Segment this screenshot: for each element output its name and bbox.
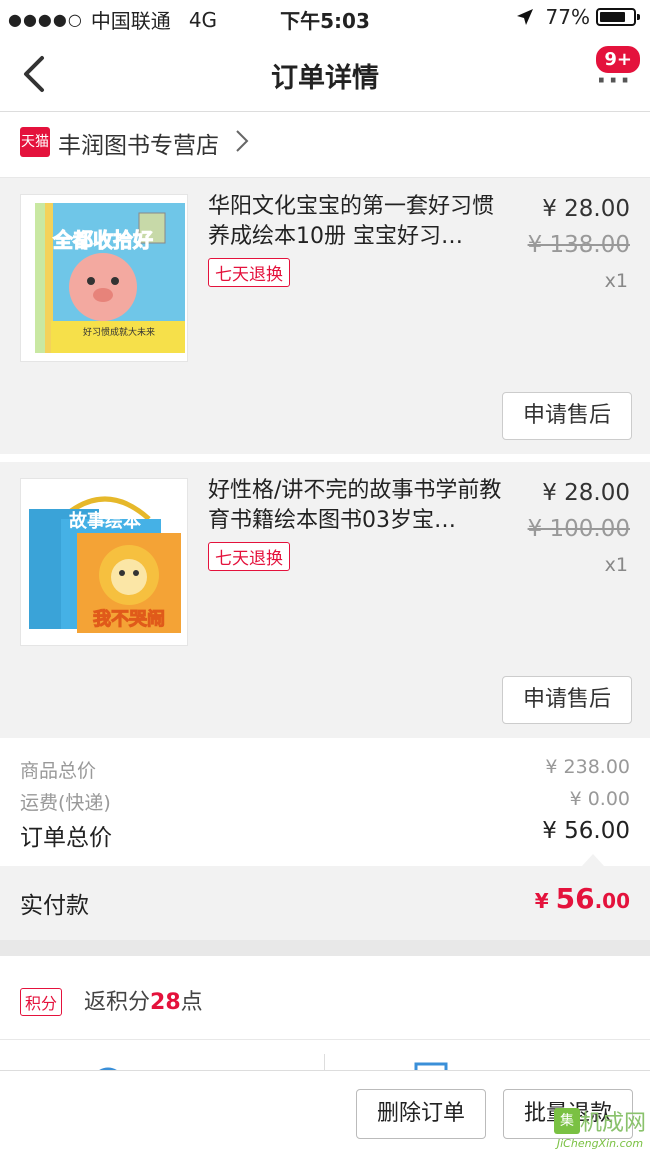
shipping-value: ¥ 0.00 (569, 788, 630, 810)
order-item[interactable]: 故事绘本 我不哭闹 好性格/讲不完的故事书学前教育书籍绘本图书03岁宝… 七天退… (0, 462, 650, 738)
goods-total-label: 商品总价 (20, 760, 97, 782)
contact-row (0, 1040, 650, 1070)
navigation-bar: 订单详情 ··· 9+ (0, 36, 650, 112)
divider (324, 1054, 325, 1070)
watermark-name: 机成网 (579, 1111, 646, 1136)
points-prefix: 返积分 (84, 990, 151, 1015)
watermark-logo: 集 (553, 1108, 580, 1134)
delete-order-button[interactable]: 删除订单 (356, 1089, 486, 1139)
watermark: 集机成网 JiChengXin.com (553, 1105, 646, 1150)
points-text: 返积分28点 (84, 984, 203, 1016)
status-bar: ●●●●○ 中国联通 4G 下午5:03 77% (0, 0, 650, 36)
goods-total-value: ¥ 238.00 (545, 756, 630, 778)
chat-icon[interactable] (88, 1060, 128, 1070)
paid-decimal: .00 (594, 889, 630, 913)
points-suffix: 点 (180, 990, 203, 1015)
tmall-icon: 天猫 (20, 127, 50, 157)
battery-percent: 77% (545, 5, 590, 29)
pointer-caret (582, 854, 604, 866)
shop-name: 丰润图书专营店 (58, 133, 219, 159)
after-sale-button[interactable]: 申请售后 (502, 392, 632, 440)
after-sale-button[interactable]: 申请售后 (502, 676, 632, 724)
divider (0, 454, 650, 462)
product-title[interactable]: 好性格/讲不完的故事书学前教育书籍绘本图书03岁宝… (208, 476, 508, 536)
battery-fill (600, 12, 625, 22)
phone-icon[interactable] (414, 1060, 448, 1070)
cover-title: 全都收拾好 (52, 228, 153, 252)
return-policy-tag: 七天退换 (208, 542, 290, 571)
quantity: x1 (604, 554, 628, 576)
shipping-label: 运费(快递) (20, 792, 111, 814)
product-image[interactable]: 全都收拾好 好习惯成就大未来 (20, 194, 188, 362)
chevron-right-icon (236, 130, 249, 152)
points-tag: 积分 (20, 988, 63, 1016)
points-value: 28 (150, 990, 181, 1015)
order-total-value: ¥ 56.00 (542, 818, 630, 844)
paid-integer: 56 (555, 882, 595, 915)
cover-banner: 好习惯成就大未来 (83, 326, 155, 338)
shop-row[interactable]: 天猫 丰润图书专营店 (0, 112, 650, 178)
cover-subtitle: 我不哭闹 (93, 609, 165, 630)
price-summary: 商品总价 ¥ 238.00 运费(快递) ¥ 0.00 订单总价 ¥ 56.00 (0, 738, 650, 866)
paid-currency: ¥ (534, 889, 556, 913)
message-badge: 9+ (594, 44, 642, 75)
quantity: x1 (604, 270, 628, 292)
product-price: ¥ 28.00 (542, 196, 630, 222)
watermark-url: JiChengXin.com (556, 1137, 644, 1150)
cover-title: 故事绘本 (69, 510, 141, 532)
product-price: ¥ 28.00 (542, 480, 630, 506)
page-title: 订单详情 (271, 63, 379, 94)
section-gap (0, 940, 650, 956)
paid-label: 实付款 (20, 893, 89, 919)
product-title[interactable]: 华阳文化宝宝的第一套好习惯养成绘本10册 宝宝好习… (208, 192, 508, 252)
goods-total-row: 商品总价 ¥ 238.00 (20, 756, 630, 783)
order-total-row: 订单总价 ¥ 56.00 (20, 818, 630, 852)
original-price: ¥ 100.00 (527, 516, 630, 542)
order-total-label: 订单总价 (20, 825, 112, 851)
return-policy-tag: 七天退换 (208, 258, 290, 287)
bottom-action-bar: 删除订单 批量退款 集机成网 JiChengXin.com (0, 1070, 650, 1156)
battery-icon (596, 8, 640, 26)
original-price: ¥ 138.00 (527, 232, 630, 258)
shipping-row: 运费(快递) ¥ 0.00 (20, 788, 630, 815)
product-image[interactable]: 故事绘本 我不哭闹 (20, 478, 188, 646)
paid-amount: ¥ 56.00 (535, 882, 630, 915)
paid-amount-row: 实付款 ¥ 56.00 (0, 866, 650, 940)
points-row: 积分 返积分28点 (0, 956, 650, 1040)
location-icon (516, 9, 533, 25)
order-item[interactable]: 全都收拾好 好习惯成就大未来 华阳文化宝宝的第一套好习惯养成绘本10册 宝宝好习… (0, 178, 650, 454)
